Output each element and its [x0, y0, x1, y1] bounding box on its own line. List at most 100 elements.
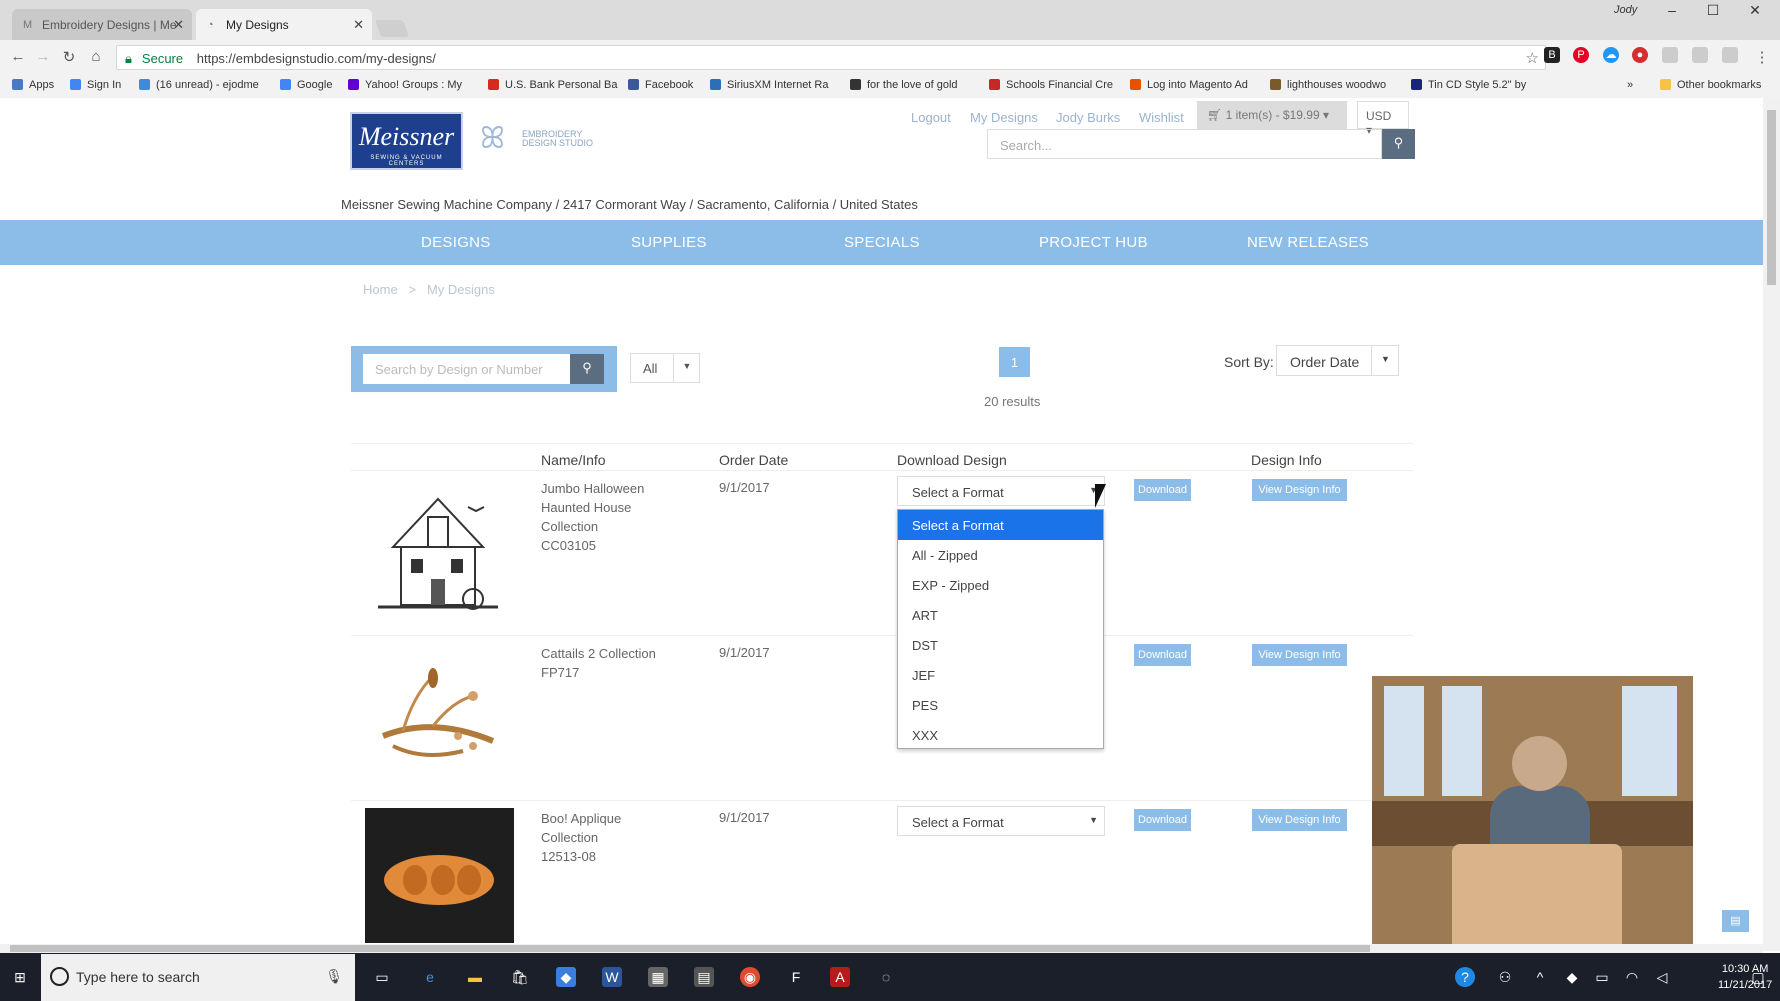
format-option-select[interactable]: Select a Format [898, 510, 1103, 540]
download-button[interactable]: Download [1134, 644, 1191, 666]
people-icon[interactable]: ⚇ [1495, 967, 1515, 987]
nav-designs[interactable]: DESIGNS [421, 234, 491, 251]
browser-menu-icon[interactable]: ⋮ [1752, 48, 1772, 66]
design-search-input[interactable]: Search by Design or Number [363, 354, 570, 384]
currency-select[interactable]: USD ▾ [1357, 101, 1409, 137]
back-arrow-icon[interactable]: ← [8, 48, 28, 65]
bookmark-us-bank[interactable]: U.S. Bank Personal Ba [488, 79, 618, 91]
extension-icon[interactable]: B [1544, 47, 1560, 63]
view-design-info-button[interactable]: View Design Info [1252, 644, 1347, 666]
volume-icon[interactable]: ◁ [1652, 967, 1672, 987]
meissner-logo[interactable]: Meissner SEWING & VACUUM CENTERS [350, 112, 463, 170]
bookmark-magento[interactable]: Log into Magento Ad [1130, 79, 1248, 91]
other-bookmarks[interactable]: Other bookmarks [1660, 79, 1761, 91]
browser-tab-my-designs[interactable]: ◔ My Designs ✕ [196, 9, 372, 40]
pinterest-icon[interactable]: P [1573, 47, 1589, 63]
chevron-up-icon[interactable]: ^ [1530, 967, 1550, 987]
chrome-icon[interactable]: ◉ [740, 967, 760, 987]
acrobat-icon[interactable]: A [830, 967, 850, 987]
bookmark-tin-cd-style[interactable]: Tin CD Style 5.2" by [1411, 79, 1526, 91]
view-design-info-button[interactable]: View Design Info [1252, 479, 1347, 501]
my-designs-link[interactable]: My Designs [970, 110, 1038, 125]
view-design-info-button[interactable]: View Design Info [1252, 809, 1347, 831]
wifi-icon[interactable]: ◠ [1622, 967, 1642, 987]
site-search-button[interactable]: ⚲ [1382, 129, 1415, 159]
download-button[interactable]: Download [1134, 479, 1191, 501]
word-icon[interactable]: W [602, 967, 622, 987]
scrollbar-thumb[interactable] [10, 945, 1370, 952]
embroidery-design-studio-logo[interactable]: ꕤ EMBROIDERY DESIGN STUDIO [480, 120, 600, 160]
account-link[interactable]: Jody Burks [1056, 110, 1120, 125]
bookmark-apps[interactable]: Apps [12, 79, 54, 91]
store-icon[interactable]: 🛍︎ [510, 967, 530, 987]
app-icon[interactable]: ▦ [648, 967, 668, 987]
cattails-thumbnail[interactable] [373, 666, 503, 766]
forward-arrow-icon[interactable]: → [33, 48, 53, 65]
app-circle-icon[interactable]: ◌ [876, 967, 896, 987]
cart-button[interactable]: 🛒︎ 1 item(s) - $19.99 ▾ [1197, 101, 1347, 129]
nav-supplies[interactable]: SUPPLIES [631, 234, 707, 251]
format-option-dst[interactable]: DST [898, 630, 1103, 660]
download-button[interactable]: Download [1134, 809, 1191, 831]
app-f-icon[interactable]: F [786, 967, 806, 987]
dropbox-icon[interactable]: ◆ [556, 967, 576, 987]
home-icon[interactable]: ⌂ [86, 48, 106, 65]
microphone-icon[interactable]: 🎙︎ [325, 968, 343, 985]
battery-icon[interactable]: ▭ [1592, 967, 1612, 987]
close-window-icon[interactable]: ✕ [1740, 2, 1770, 19]
bookmark-facebook[interactable]: Facebook [628, 79, 693, 91]
browser-tab-embroidery-designs[interactable]: M Embroidery Designs | Me ✕ [12, 9, 192, 40]
bookmark-schools-financial[interactable]: Schools Financial Cre [989, 79, 1113, 91]
bookmark-for-the-love-of-gold[interactable]: for the love of gold [850, 79, 958, 91]
logout-link[interactable]: Logout [911, 110, 951, 125]
extension-red-icon[interactable]: ● [1632, 47, 1648, 63]
close-tab-icon[interactable]: ✕ [173, 17, 184, 33]
calculator-icon[interactable]: ▤ [694, 967, 714, 987]
cloud-icon[interactable]: ☁ [1603, 47, 1619, 63]
breadcrumb-home[interactable]: Home [363, 282, 398, 297]
file-explorer-icon[interactable]: ▬ [465, 967, 485, 987]
nav-new-releases[interactable]: NEW RELEASES [1247, 234, 1369, 251]
nav-specials[interactable]: SPECIALS [844, 234, 920, 251]
horizontal-scrollbar[interactable] [0, 944, 1763, 953]
task-view-icon[interactable]: ▭ [372, 967, 392, 987]
haunted-house-thumbnail[interactable] [373, 487, 503, 617]
format-option-all-zipped[interactable]: All - Zipped [898, 540, 1103, 570]
format-option-pes[interactable]: PES [898, 690, 1103, 720]
category-filter-select[interactable]: All ▼ [630, 353, 700, 383]
reload-icon[interactable]: ↻ [59, 48, 79, 66]
minimize-icon[interactable]: – [1657, 2, 1687, 18]
format-option-exp-zipped[interactable]: EXP - Zipped [898, 570, 1103, 600]
chat-widget-icon[interactable]: ▤ [1722, 910, 1749, 932]
bookmark-mail[interactable]: (16 unread) - ejodme [139, 79, 259, 91]
format-option-xxx[interactable]: XXX [898, 720, 1103, 750]
format-select[interactable]: Select a Format ▼ [897, 806, 1105, 836]
extension-grey-icon[interactable] [1722, 47, 1738, 63]
format-option-art[interactable]: ART [898, 600, 1103, 630]
wishlist-link[interactable]: Wishlist [1139, 110, 1184, 125]
page-1-button[interactable]: 1 [999, 347, 1030, 377]
maximize-icon[interactable]: ☐ [1698, 2, 1728, 19]
design-search-button[interactable]: ⚲ [570, 354, 604, 384]
format-option-jef[interactable]: JEF [898, 660, 1103, 690]
windows-start-icon[interactable]: ⊞ [10, 967, 30, 987]
extension-grey-icon[interactable] [1692, 47, 1708, 63]
dropbox-tray-icon[interactable]: ◆ [1562, 967, 1582, 987]
bookmark-siriusxm[interactable]: SiriusXM Internet Ra [710, 79, 828, 91]
boo-applique-thumbnail[interactable] [365, 808, 514, 943]
format-select[interactable]: Select a Format ▼ [897, 476, 1105, 506]
sort-select[interactable]: Order Date ▼ [1276, 345, 1399, 376]
scrollbar-thumb[interactable] [1767, 110, 1776, 285]
nav-project-hub[interactable]: PROJECT HUB [1039, 234, 1148, 251]
url-field[interactable]: 🔒︎ Secure https://embdesignstudio.com/my-… [116, 45, 1546, 70]
taskbar-search-box[interactable]: Type here to search 🎙︎ [41, 954, 355, 1001]
bookmarks-overflow-chevron-icon[interactable]: » [1627, 79, 1633, 91]
bookmark-sign-in[interactable]: Sign In [70, 79, 121, 91]
bookmark-lighthouses[interactable]: lighthouses woodwo [1270, 79, 1386, 91]
extension-grey-icon[interactable] [1662, 47, 1678, 63]
vertical-scrollbar[interactable] [1763, 98, 1780, 951]
edge-icon[interactable]: e [420, 967, 440, 987]
close-tab-icon[interactable]: ✕ [353, 17, 364, 33]
bookmark-star-icon[interactable]: ☆ [1526, 49, 1539, 67]
bookmark-yahoo-groups[interactable]: Yahoo! Groups : My [348, 79, 462, 91]
